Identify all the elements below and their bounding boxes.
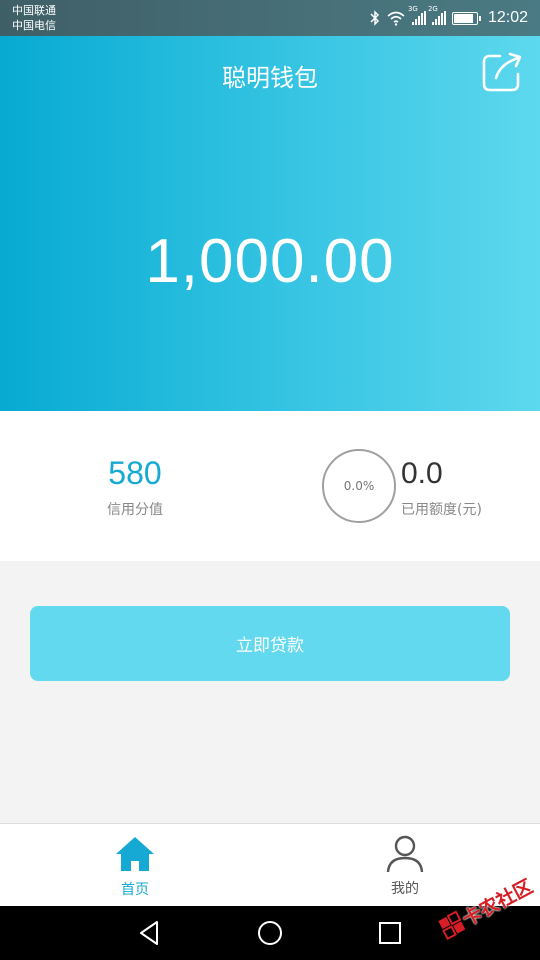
page-title: 聪明钱包 <box>222 64 318 92</box>
recent-apps-icon[interactable] <box>375 918 405 948</box>
back-icon[interactable] <box>135 918 165 948</box>
battery-fill <box>453 13 473 23</box>
credit-score: 580 <box>108 455 162 491</box>
carrier-2: 中国电信 <box>12 19 56 32</box>
clock: 12:02 <box>487 9 528 26</box>
tab-home[interactable]: 首页 <box>0 824 270 907</box>
share-button[interactable] <box>480 50 524 94</box>
carrier-info: 中国联通 中国电信 <box>12 3 56 33</box>
stats-panel: 580 信用分值 0.0% 0.0 已用额度(元) <box>0 411 540 561</box>
wifi-icon <box>386 10 406 26</box>
signal-3g-icon: 3G <box>408 5 426 25</box>
status-icons: 3G 2G 12:02 <box>370 0 528 36</box>
apply-loan-button[interactable]: 立即贷款 <box>30 606 510 681</box>
usage-percent: 0.0% <box>343 479 375 493</box>
balance-amount: 1,000.00 <box>145 227 395 296</box>
credit-score-label: 信用分值 <box>107 502 163 518</box>
share-icon <box>482 52 522 92</box>
usage-ring: 0.0% <box>322 449 396 523</box>
signal-2g-icon: 2G <box>428 5 446 25</box>
carrier-1: 中国联通 <box>12 4 56 17</box>
battery-icon <box>451 11 481 25</box>
home-icon <box>116 837 154 871</box>
used-amount-label: 已用额度(元) <box>401 502 482 518</box>
used-amount: 0.0 <box>401 457 443 490</box>
credit-score-block: 580 信用分值 <box>0 411 270 561</box>
bluetooth-icon <box>370 10 380 26</box>
signal-3g-label: 3G <box>407 5 418 13</box>
home-circle-icon[interactable] <box>255 918 285 948</box>
tab-home-label: 首页 <box>121 882 149 898</box>
balance-header: 聪明钱包 1,000.00 <box>0 36 540 411</box>
signal-2g-label: 2G <box>427 5 438 13</box>
status-bar: 中国联通 中国电信 3G 2G 12:02 <box>0 0 540 36</box>
user-icon <box>386 835 424 873</box>
